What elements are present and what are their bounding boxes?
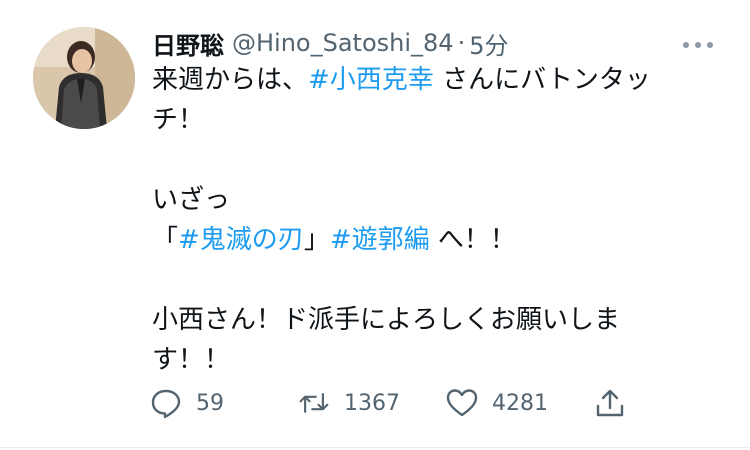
tweet-line: 「#鬼滅の刃」#遊郭編 へ！！ <box>152 220 672 260</box>
hashtag-link[interactable]: #鬼滅の刃 <box>178 225 304 255</box>
like-icon <box>446 389 478 417</box>
hashtag-link[interactable]: #小西克幸 <box>308 65 434 95</box>
tweet-line: 来週からは、#小西克幸 さんにバトンタッ <box>152 60 672 100</box>
tweet-text-span: 「 <box>152 225 179 255</box>
reply-icon <box>151 389 181 419</box>
tweet-line: す！！ <box>152 340 672 380</box>
tweet-text-span: 」 <box>303 225 330 255</box>
more-icon[interactable] <box>683 40 713 50</box>
tweet-text-span: 小西さん！ド派手によろしくお願いしま <box>152 305 621 335</box>
tweet-text-span: 来週からは、 <box>152 65 309 95</box>
like-count: 4281 <box>492 390 548 416</box>
reply-button[interactable]: 59 <box>150 383 224 423</box>
tweet-line: いざっ <box>152 180 672 220</box>
retweet-button[interactable]: 1367 <box>298 383 400 423</box>
tweet-line: チ！ <box>152 100 672 140</box>
reply-count: 59 <box>196 390 224 416</box>
tweet-line: 小西さん！ド派手によろしくお願いしま <box>152 300 672 340</box>
display-name[interactable]: 日野聡 <box>152 26 224 61</box>
tweet-text-span: さんにバトンタッ <box>433 65 651 95</box>
user-handle[interactable]: @Hino_Satoshi_84 <box>232 29 454 57</box>
tweet-text-span: す！！ <box>152 345 231 375</box>
share-button[interactable] <box>594 383 626 423</box>
share-icon <box>596 389 624 417</box>
hashtag-link[interactable]: #遊郭編 <box>330 225 430 255</box>
tweet-text-span: いざっ <box>152 185 231 215</box>
retweet-count: 1367 <box>344 390 400 416</box>
timestamp[interactable]: 5分 <box>469 26 508 61</box>
tweet-text-span: チ！ <box>152 105 205 135</box>
separator-dot: · <box>457 29 466 57</box>
retweet-icon <box>299 393 329 413</box>
tweet-header: 日野聡 @Hino_Satoshi_84 · 5分 <box>152 26 509 60</box>
tweet-text-span: へ！！ <box>429 225 516 255</box>
divider <box>0 447 750 448</box>
action-bar: 59 1367 4281 <box>150 383 630 423</box>
avatar[interactable] <box>33 27 135 129</box>
tweet-text: 来週からは、#小西克幸 さんにバトンタッチ！ いざっ「#鬼滅の刃」#遊郭編 へ！！… <box>152 60 672 380</box>
like-button[interactable]: 4281 <box>446 383 548 423</box>
